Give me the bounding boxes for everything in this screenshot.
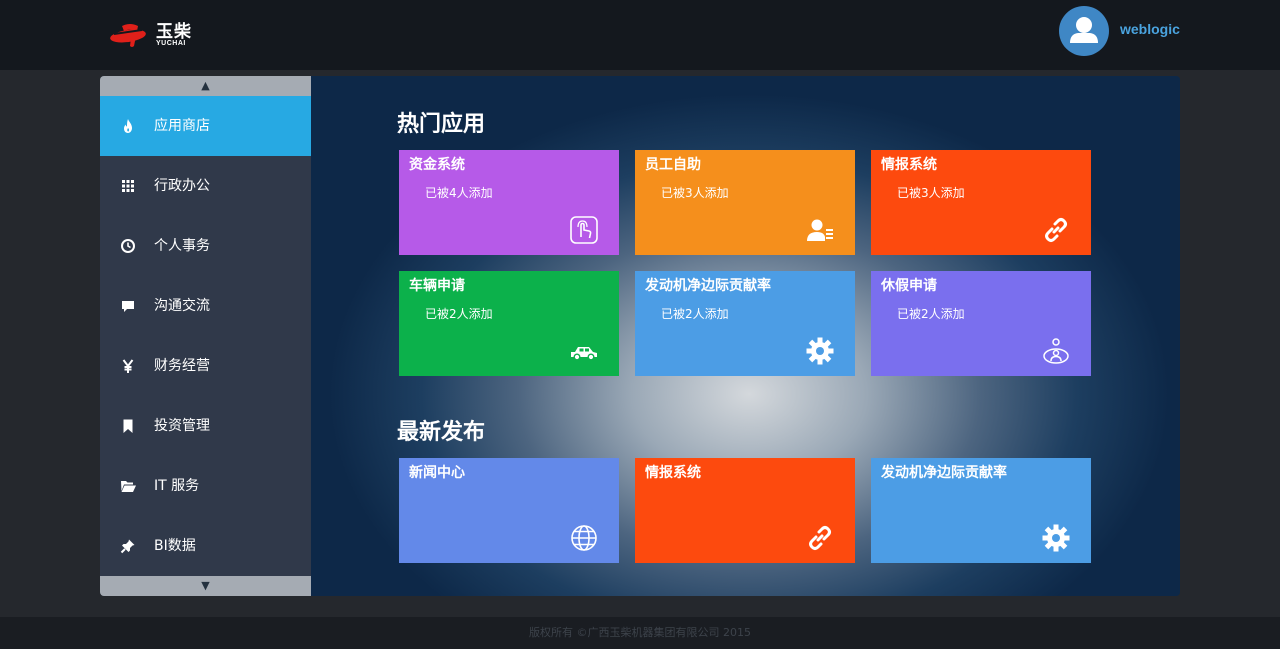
bookmark-icon	[123, 419, 133, 433]
app-tile-employee-self-service[interactable]: 员工自助 已被3人添加	[635, 150, 855, 255]
car-icon	[571, 347, 597, 361]
tile-subtitle: 已被3人添加	[897, 186, 965, 200]
logo-text: 玉柴	[156, 22, 192, 42]
sidebar-item-label: 应用商店	[154, 118, 210, 134]
tile-subtitle: 已被2人添加	[661, 307, 729, 321]
yen-icon	[122, 359, 134, 373]
tile-title: 车辆申请	[409, 278, 465, 294]
tile-subtitle: 已被4人添加	[425, 186, 493, 200]
tile-title: 员工自助	[645, 157, 701, 173]
link-icon	[1045, 218, 1067, 242]
tile-title: 新闻中心	[409, 465, 465, 481]
chat-icon	[122, 301, 134, 312]
sidebar-item-communication[interactable]: 沟通交流	[100, 276, 311, 336]
logo-subtext: YUCHAI	[156, 40, 186, 47]
touch-icon	[570, 216, 598, 244]
sidebar-item-admin-office[interactable]: 行政办公	[100, 156, 311, 216]
yuchai-logo[interactable]: 玉柴 YUCHAI	[108, 20, 198, 50]
sidebar-item-label: 财务经营	[154, 358, 210, 374]
clock-icon	[121, 239, 135, 253]
sidebar-item-label: 个人事务	[154, 238, 210, 254]
person-circle-icon	[1043, 338, 1069, 364]
latest-tile-news-center[interactable]: 新闻中心	[399, 458, 619, 563]
app-tile-engine-margin-rate[interactable]: 发动机净边际贡献率 已被2人添加	[635, 271, 855, 376]
tile-title: 资金系统	[409, 157, 465, 173]
sidebar-item-label: 沟通交流	[154, 298, 210, 314]
tile-title: 休假申请	[881, 278, 937, 294]
fire-icon	[124, 119, 132, 133]
app-tile-vehicle-request[interactable]: 车辆申请 已被2人添加	[399, 271, 619, 376]
tile-subtitle: 已被2人添加	[425, 307, 493, 321]
sidebar-scroll-up-button[interactable]: ▲	[100, 76, 311, 96]
app-tile-intelligence-system[interactable]: 情报系统 已被3人添加	[871, 150, 1091, 255]
tile-title: 发动机净边际贡献率	[645, 278, 771, 294]
sidebar-item-bi-data[interactable]: BI数据	[100, 516, 311, 576]
sidebar-item-label: IT 服务	[154, 478, 200, 494]
tile-title: 情报系统	[881, 157, 937, 173]
sidebar-item-label: 投资管理	[154, 418, 210, 434]
globe-icon	[571, 525, 597, 551]
sidebar-item-personal-affairs[interactable]: 个人事务	[100, 216, 311, 276]
pin-icon	[120, 539, 135, 554]
sidebar-item-label: BI数据	[154, 538, 196, 554]
main-container: ▲ 应用商店 行政办公 个人事务 沟通交流 财务经营 投资管理 IT 服务 BI…	[100, 76, 1180, 596]
footer-copyright: 版权所有 ©广西玉柴机器集团有限公司 2015	[0, 617, 1280, 649]
top-bar: 玉柴 YUCHAI weblogic	[0, 0, 1280, 70]
sidebar-item-it-service[interactable]: IT 服务	[100, 456, 311, 516]
app-tile-leave-request[interactable]: 休假申请 已被2人添加	[871, 271, 1091, 376]
latest-releases-title: 最新发布	[397, 420, 486, 445]
gear-icon	[1042, 524, 1070, 552]
latest-tile-engine-margin-rate[interactable]: 发动机净边际贡献率	[871, 458, 1091, 563]
tile-subtitle: 已被2人添加	[897, 307, 965, 321]
main-content: 热门应用 资金系统 已被4人添加 员工自助 已被3人添加 情报系统 已被3人添加…	[311, 76, 1180, 596]
gear-icon	[806, 337, 834, 365]
sidebar-scroll-down-button[interactable]: ▼	[100, 576, 311, 596]
user-avatar[interactable]	[1059, 6, 1109, 56]
sidebar-item-investment[interactable]: 投资管理	[100, 396, 311, 456]
tile-title: 发动机净边际贡献率	[881, 465, 1007, 481]
hot-apps-title: 热门应用	[397, 112, 486, 137]
latest-tile-intelligence-system[interactable]: 情报系统	[635, 458, 855, 563]
link-icon	[809, 526, 831, 550]
folder-open-icon	[121, 481, 136, 492]
tile-title: 情报系统	[645, 465, 701, 481]
username[interactable]: weblogic	[1120, 21, 1180, 37]
sidebar-item-finance[interactable]: 财务经营	[100, 336, 311, 396]
user-card-icon	[807, 219, 833, 241]
tile-subtitle: 已被3人添加	[661, 186, 729, 200]
sidebar: ▲ 应用商店 行政办公 个人事务 沟通交流 财务经营 投资管理 IT 服务 BI…	[100, 76, 311, 596]
app-tile-fund-system[interactable]: 资金系统 已被4人添加	[399, 150, 619, 255]
grid-icon	[122, 180, 134, 192]
sidebar-item-app-store[interactable]: 应用商店	[100, 96, 311, 156]
sidebar-item-label: 行政办公	[154, 178, 210, 194]
user-icon	[1070, 17, 1098, 43]
